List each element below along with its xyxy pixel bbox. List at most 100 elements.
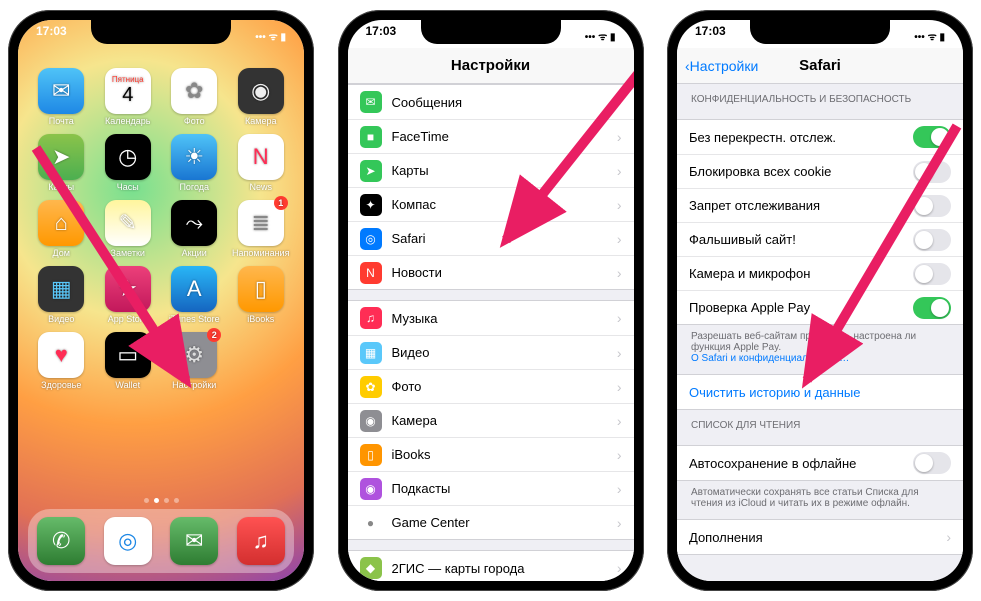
app-Акции[interactable]: ⤳ Акции [163, 200, 226, 258]
cell-label: Safari [392, 231, 617, 246]
settings-cell-2ГИС — карты города[interactable]: ◆2ГИС — карты города› [348, 551, 634, 581]
app-icon: ✎ [105, 200, 151, 246]
app-icon: ◷ [105, 134, 151, 180]
toggle[interactable] [913, 195, 951, 217]
clear-history-cell[interactable]: Очистить историю и данные [677, 375, 963, 409]
chevron-right-icon: › [617, 447, 622, 463]
privacy-cell-Проверка Apple Pay[interactable]: Проверка Apple Pay [677, 290, 963, 324]
app-Настройки[interactable]: ⚙2 Настройки [163, 332, 226, 390]
page-indicator [18, 498, 304, 503]
app-Видео[interactable]: ▦Видео [30, 266, 93, 324]
cell-icon: ▦ [360, 342, 382, 364]
app-label: News [249, 182, 272, 192]
app-Календарь[interactable]: Пятница4Календарь [97, 68, 160, 126]
app-label: Напоминания [232, 248, 289, 258]
status-time: 17:03 [366, 24, 397, 48]
settings-cell-Safari[interactable]: ◎Safari› [348, 221, 634, 255]
cell-label: Музыка [392, 311, 617, 326]
app-Почта[interactable]: ✉︎ Почта [30, 68, 93, 126]
reading-offline-cell[interactable]: Автосохранение в офлайне [677, 446, 963, 480]
chevron-right-icon: › [946, 529, 951, 545]
badge: 2 [207, 328, 221, 342]
cell-label: Фото [392, 379, 617, 394]
app-Фото[interactable]: ✿Фото [163, 68, 226, 126]
app-Дом[interactable]: ⌂Дом [30, 200, 93, 258]
chevron-right-icon: › [617, 310, 622, 326]
settings-cell-Видео[interactable]: ▦Видео› [348, 335, 634, 369]
app-iTunes Store[interactable]: AiTunes Store [163, 266, 226, 324]
app-Погода[interactable]: ☀Погода [163, 134, 226, 192]
back-button[interactable]: ‹ Настройки [685, 58, 758, 74]
cell-label: Блокировка всех cookie [689, 164, 913, 179]
settings-cell-Карты[interactable]: ➤Карты› [348, 153, 634, 187]
app-icon: ⚙2 [171, 332, 217, 378]
chevron-right-icon: › [617, 379, 622, 395]
app-App Store[interactable]: ★App Store [97, 266, 160, 324]
settings-cell-Компас[interactable]: ✦Компас› [348, 187, 634, 221]
chevron-right-icon: › [617, 345, 622, 361]
cell-label: Подкасты [392, 481, 617, 496]
chevron-right-icon: › [617, 413, 622, 429]
toggle[interactable] [913, 229, 951, 251]
settings-cell-iBooks[interactable]: ▯iBooks› [348, 437, 634, 471]
app-label: Настройки [172, 380, 216, 390]
settings-cell-Сообщения[interactable]: ✉Сообщения› [348, 85, 634, 119]
privacy-cell-Блокировка всех cookie[interactable]: Блокировка всех cookie [677, 154, 963, 188]
toggle[interactable] [913, 452, 951, 474]
music-icon[interactable]: ♫ [237, 517, 285, 565]
app-icon: ▦ [38, 266, 84, 312]
toggle[interactable] [913, 161, 951, 183]
app-Заметки[interactable]: ✎Заметки [97, 200, 160, 258]
cell-label: 2ГИС — карты города [392, 561, 617, 576]
app-icon: ⤳ [171, 200, 217, 246]
cell-label: Фальшивый сайт! [689, 232, 913, 247]
messages-icon[interactable]: ✉ [170, 517, 218, 565]
notch [750, 20, 890, 44]
settings-list: ✉Сообщения›■FaceTime›➤Карты›✦Компас›◎Saf… [348, 84, 634, 581]
toggle[interactable] [913, 263, 951, 285]
status-time: 17:03 [695, 24, 726, 48]
safari-icon[interactable]: ◎ [104, 517, 152, 565]
app-News[interactable]: N News [230, 134, 293, 192]
reading-offline-label: Автосохранение в офлайне [689, 456, 913, 471]
phone-icon[interactable]: ✆ [37, 517, 85, 565]
chevron-right-icon: › [617, 163, 622, 179]
toggle[interactable] [913, 126, 951, 148]
settings-cell-Game Center[interactable]: ●Game Center› [348, 505, 634, 539]
app-Здоровье[interactable]: ♥Здоровье [30, 332, 93, 390]
app-Камера[interactable]: ◉Камера [230, 68, 293, 126]
app-label: iBooks [247, 314, 274, 324]
privacy-cell-Фальшивый сайт![interactable]: Фальшивый сайт! [677, 222, 963, 256]
settings-cell-FaceTime[interactable]: ■FaceTime› [348, 119, 634, 153]
app-Карты[interactable]: ➤Карты [30, 134, 93, 192]
settings-cell-Камера[interactable]: ◉Камера› [348, 403, 634, 437]
toggle[interactable] [913, 297, 951, 319]
app-Напоминания[interactable]: ≣1 Напоминания [230, 200, 293, 258]
app-icon: N [238, 134, 284, 180]
badge: 1 [274, 196, 288, 210]
cell-label: Сообщения [392, 95, 617, 110]
advanced-label: Дополнения [689, 530, 946, 545]
cell-icon: ◉ [360, 478, 382, 500]
advanced-cell[interactable]: Дополнения › [677, 520, 963, 554]
app-label: Почта [49, 116, 74, 126]
phone-settings-list: 17:03 ••• ᯤ ▮ Настройки ✉Сообщения›■Face… [338, 10, 644, 591]
app-Часы[interactable]: ◷Часы [97, 134, 160, 192]
app-icon: ➤ [38, 134, 84, 180]
app-icon: ≣1 [238, 200, 284, 246]
privacy-link[interactable]: О Safari и конфиденциальности… [691, 353, 849, 364]
settings-cell-Новости[interactable]: NНовости› [348, 255, 634, 289]
navbar: ‹ Настройки Safari [677, 48, 963, 84]
app-label: Акции [182, 248, 207, 258]
privacy-cell-Без перекрестн. отслеж.[interactable]: Без перекрестн. отслеж. [677, 120, 963, 154]
settings-cell-Фото[interactable]: ✿Фото› [348, 369, 634, 403]
app-Wallet[interactable]: ▭Wallet [97, 332, 160, 390]
app-iBooks[interactable]: ▯iBooks [230, 266, 293, 324]
app-icon: ✉︎ [38, 68, 84, 114]
settings-cell-Подкасты[interactable]: ◉Подкасты› [348, 471, 634, 505]
settings-cell-Музыка[interactable]: ♫Музыка› [348, 301, 634, 335]
section-header-privacy: КОНФИДЕНЦИАЛЬНОСТЬ И БЕЗОПАСНОСТЬ [677, 84, 963, 109]
privacy-cell-Камера и микрофон[interactable]: Камера и микрофон [677, 256, 963, 290]
app-label: Wallet [115, 380, 140, 390]
privacy-cell-Запрет отслеживания[interactable]: Запрет отслеживания [677, 188, 963, 222]
